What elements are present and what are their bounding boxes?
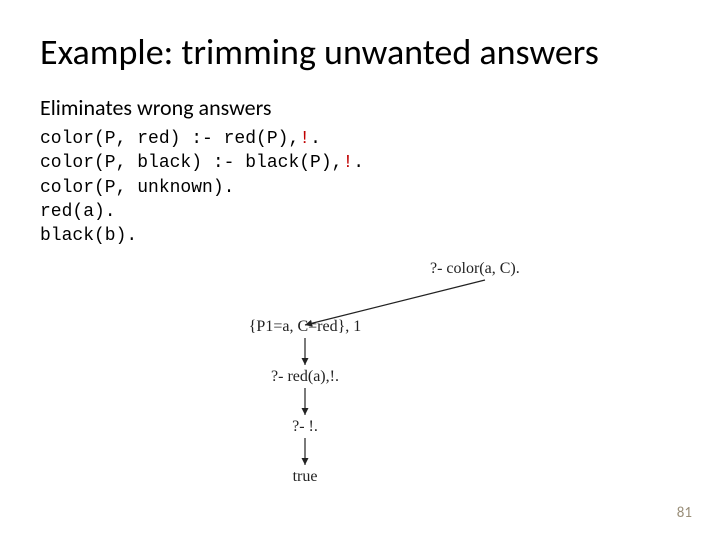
diagram-step2: ?- !. <box>260 418 350 436</box>
code-line-1c: . <box>310 129 321 149</box>
page-number: 81 <box>677 504 692 522</box>
diagram-binding: {P1=a, C=red}, 1 <box>220 318 390 336</box>
resolution-diagram: ?- color(a, C). {P1=a, C=red}, 1 ?- red(… <box>230 260 590 500</box>
code-line-5: black(b). <box>40 226 137 246</box>
diagram-query: ?- color(a, C). <box>430 260 590 278</box>
diagram-result: true <box>275 468 335 486</box>
slide-subtitle: Eliminates wrong answers <box>40 94 690 121</box>
code-line-2a: color(P, black) :- black(P), <box>40 153 342 173</box>
code-line-4: red(a). <box>40 202 116 222</box>
code-line-1a: color(P, red) :- red(P), <box>40 129 299 149</box>
code-line-2c: . <box>353 153 364 173</box>
diagram-step1: ?- red(a),!. <box>240 368 370 386</box>
code-line-3: color(P, unknown). <box>40 178 234 198</box>
slide: Example: trimming unwanted answers Elimi… <box>0 0 720 540</box>
code-block: color(P, red) :- red(P),!. color(P, blac… <box>40 127 690 248</box>
cut-symbol-2: ! <box>342 153 353 173</box>
cut-symbol-1: ! <box>299 129 310 149</box>
slide-title: Example: trimming unwanted answers <box>40 30 690 74</box>
